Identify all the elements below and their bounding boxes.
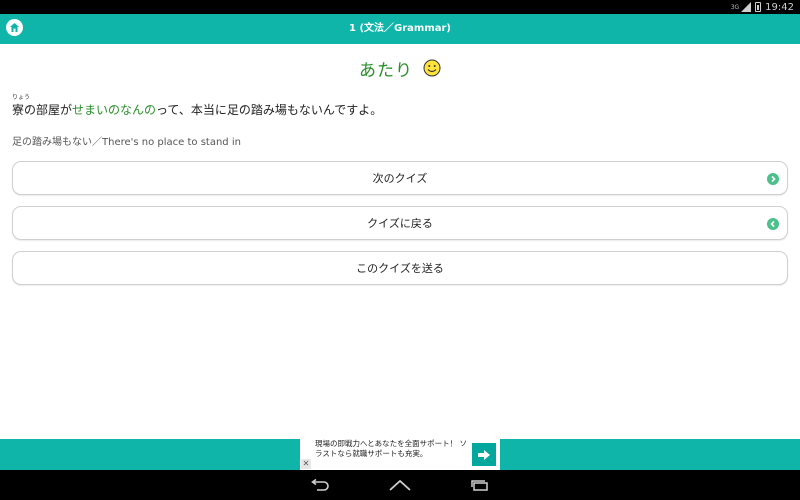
back-to-quiz-label: クイズに戻る	[367, 217, 433, 230]
sentence-highlight: せまいのなんの	[72, 103, 157, 117]
translation-text: 足の踏み場もない／There's no place to stand in	[12, 137, 241, 148]
arrow-right-icon	[478, 449, 490, 460]
sentence-before: 寮の部屋が	[12, 103, 73, 117]
battery-icon	[755, 2, 762, 12]
app-bar: 1 (文法／Grammar)	[0, 14, 800, 44]
network-type-label: 3G	[730, 3, 740, 11]
next-quiz-button[interactable]: 次のクイズ	[12, 161, 788, 195]
status-time: 19:42	[765, 1, 794, 13]
send-quiz-label: このクイズを送る	[356, 262, 444, 275]
quiz-sentence-block: りょう 寮の部屋がせまいのなんのって、本当に足の踏み場もないんですよ。	[12, 94, 382, 118]
signal-icon	[741, 2, 752, 12]
app-title: 1 (文法／Grammar)	[349, 23, 451, 34]
recent-apps-icon	[471, 480, 488, 491]
back-icon	[311, 479, 329, 491]
next-quiz-label: 次のクイズ	[372, 172, 428, 185]
status-bar: 3G 19:42	[0, 0, 800, 14]
chevron-left-icon	[767, 218, 779, 230]
nav-recent-button[interactable]	[467, 477, 493, 493]
result-text: あたり	[359, 60, 413, 81]
home-nav-icon	[389, 479, 411, 491]
ad-go-button[interactable]	[472, 443, 496, 466]
quiz-sentence: 寮の部屋がせまいのなんのって、本当に足の踏み場もないんですよ。	[12, 102, 382, 118]
nav-back-button[interactable]	[307, 477, 333, 493]
send-quiz-button[interactable]: このクイズを送る	[12, 251, 788, 285]
result-row: あたり	[0, 56, 800, 81]
ad-text: 現場の即戦力へとあなたを全面サポート！ ソラストなら就職サポートも充実。	[315, 439, 468, 458]
main-content: あたり りょう 寮の部屋がせまいのなんのって、本当に足の踏み場もないんですよ。 …	[0, 44, 800, 439]
ad-banner[interactable]: 現場の即戦力へとあなたを全面サポート！ ソラストなら就職サポートも充実。 ✕	[300, 439, 500, 470]
sentence-after: って、本当に足の踏み場もないんですよ。	[156, 103, 383, 117]
nav-home-button[interactable]	[387, 477, 413, 493]
back-to-quiz-button[interactable]: クイズに戻る	[12, 206, 788, 240]
ad-bar: 現場の即戦力へとあなたを全面サポート！ ソラストなら就職サポートも充実。 ✕	[0, 439, 800, 470]
chevron-right-icon	[767, 173, 779, 185]
ad-close-button[interactable]: ✕	[301, 459, 311, 469]
status-icons: 3G 19:42	[731, 0, 794, 14]
ruby-reading: りょう	[12, 94, 31, 101]
smiley-icon	[423, 59, 441, 77]
system-nav-bar	[0, 470, 800, 500]
